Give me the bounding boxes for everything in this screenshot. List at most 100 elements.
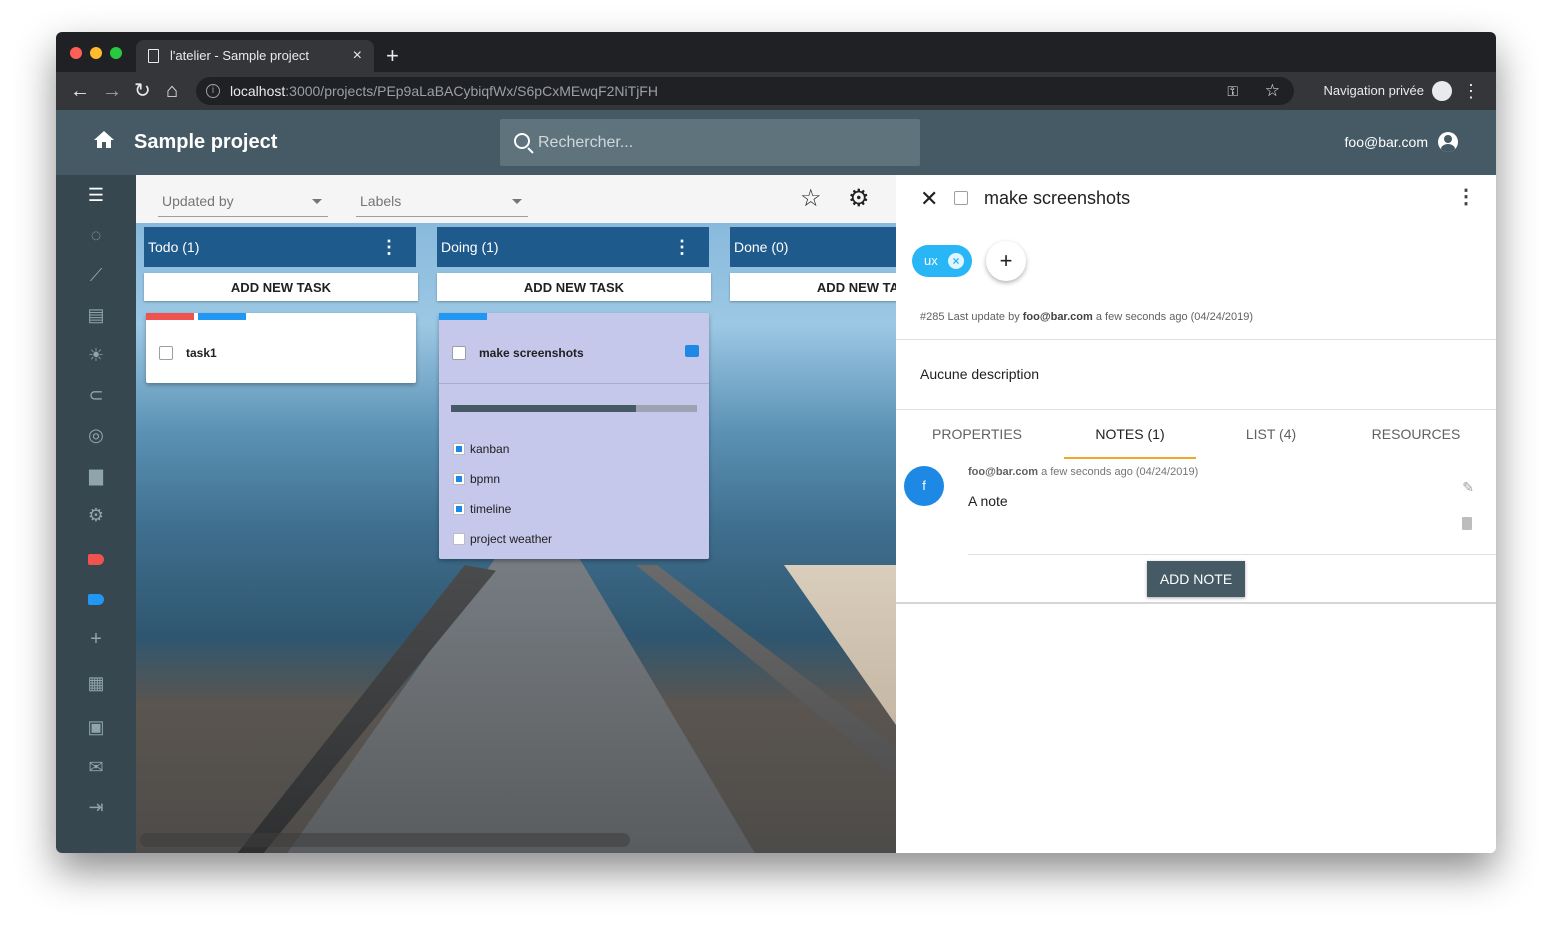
home-nav-icon[interactable]: ⌂ [166,72,178,110]
column-done: Done (0) ADD NEW TASK [730,227,896,301]
checklist-item[interactable]: kanban [453,442,509,456]
checklist-item[interactable]: project weather [453,532,552,546]
attachment-icon[interactable]: ⊂ [86,385,106,405]
incognito-icon[interactable] [1432,81,1452,101]
label-blue-icon[interactable] [86,589,106,609]
new-tab-button[interactable]: + [386,40,399,72]
detail-tabs: PROPERTIES NOTES (1) LIST (4) RESOURCES [896,415,1496,459]
task-card-make-screenshots[interactable]: make screenshots kanban bpmn timeline pr… [439,313,709,559]
label-chip-text: ux [924,253,938,268]
task-checkbox[interactable] [452,346,466,360]
minimize-window-button[interactable] [90,47,102,59]
url-host: localhost [230,83,286,99]
add-task-button[interactable]: ADD NEW TASK [437,273,711,301]
mail-icon[interactable]: ✉ [86,757,106,777]
home-icon[interactable] [92,128,116,152]
meta-prefix: #285 Last update by [920,311,1020,323]
note-divider [968,554,1496,555]
browser-tabstrip: l'atelier - Sample project × + [56,32,1496,72]
add-task-button[interactable]: ADD NEW TASK [730,273,896,301]
search-input[interactable] [538,119,908,166]
updated-by-select[interactable]: Updated by [158,189,328,217]
label-red-icon[interactable] [86,549,106,569]
key-icon[interactable]: ⚿ [1227,77,1238,105]
browser-tab[interactable]: l'atelier - Sample project × [136,40,374,72]
maximize-window-button[interactable] [110,47,122,59]
tab-close-icon[interactable]: × [353,40,362,72]
tab-resources[interactable]: RESOURCES [1350,415,1482,459]
checkbox-checked-icon[interactable] [453,443,465,455]
task-done-checkbox[interactable] [954,191,968,205]
more-vert-icon[interactable]: ⋮ [1456,187,1476,207]
account-icon[interactable] [1438,132,1458,152]
task-checkbox[interactable] [159,346,173,360]
checklist-progress-track [451,405,697,412]
close-icon[interactable]: ✕ [920,187,938,211]
kanban-board: Updated by Labels ☆ ⚙ Todo (1) ⋮ ADD NEW… [136,175,896,853]
calendar-icon[interactable]: ▤ [86,305,106,325]
trash-icon[interactable]: ▆ [86,465,106,485]
column-menu-icon[interactable]: ⋮ [673,227,691,267]
address-bar[interactable]: i localhost:3000/projects/PEp9aLaBACybiq… [196,77,1294,105]
settings-icon[interactable]: ⚙ [86,505,106,525]
checklist-item-label: project weather [470,532,553,546]
card-title: make screenshots [479,346,584,360]
comment-icon [685,345,699,357]
labels-select[interactable]: Labels [356,189,528,217]
checklist-progress-fill [451,405,636,412]
avatar: f [904,466,944,506]
checklist-item[interactable]: timeline [453,502,511,516]
horizontal-scrollbar[interactable] [140,833,630,847]
edit-icon[interactable]: ✎ [1462,479,1474,496]
trending-icon[interactable]: ⟋ [86,265,106,285]
brightness-icon[interactable]: ☀ [86,345,106,365]
checklist-item-label: bpmn [470,472,501,486]
label-chip[interactable]: ux × [912,245,972,277]
tab-notes[interactable]: NOTES (1) [1064,415,1196,459]
add-label-button[interactable]: + [986,241,1026,281]
delete-icon[interactable] [1462,517,1472,530]
url-path: :3000/projects/PEp9aLaBACybiqfWx/S6pCxME… [285,83,658,99]
chip-remove-icon[interactable]: × [948,253,964,269]
filter-bar: Updated by Labels ☆ ⚙ [136,175,896,223]
checklist-item[interactable]: bpmn [453,472,500,486]
dashboard-icon[interactable]: ▦ [86,673,106,693]
page-icon [148,49,159,63]
column-todo: Todo (1) ⋮ ADD NEW TASK [144,227,418,301]
task-card-task1[interactable]: task1 [146,313,416,383]
app-header: Sample project foo@bar.com [56,110,1496,175]
tab-list[interactable]: LIST (4) [1205,415,1337,459]
task-description[interactable]: Aucune description [920,366,1039,382]
gear-icon[interactable]: ⚙ [848,187,870,211]
close-window-button[interactable] [70,47,82,59]
column-menu-icon[interactable]: ⋮ [380,227,398,267]
divider [896,339,1496,340]
add-icon[interactable]: + [86,628,106,650]
checkbox-checked-icon[interactable] [453,473,465,485]
target-icon[interactable]: ◎ [86,425,106,445]
task-title[interactable]: make screenshots [984,188,1130,209]
browser-menu-icon[interactable]: ⋮ [1462,72,1480,110]
checkbox-checked-icon[interactable] [453,503,465,515]
search-box[interactable] [500,119,920,166]
labels-label: Labels [360,193,402,209]
images-icon[interactable]: ▣ [86,717,106,737]
forward-icon[interactable]: → [102,72,122,110]
column-doing: Doing (1) ⋮ ADD NEW TASK [437,227,711,301]
tab-properties[interactable]: PROPERTIES [911,415,1043,459]
divider [896,409,1496,410]
add-note-button[interactable]: ADD NOTE [1147,561,1245,597]
exit-icon[interactable]: ⇥ [86,797,106,817]
reload-icon[interactable]: ↻ [134,72,151,110]
info-icon[interactable]: i [206,84,220,98]
checkbox-unchecked-icon[interactable] [453,533,465,545]
bookmark-star-icon[interactable]: ☆ [1265,77,1280,105]
add-task-button[interactable]: ADD NEW TASK [144,273,418,301]
user-email[interactable]: foo@bar.com [1345,110,1428,175]
list-icon[interactable]: ☰ [86,185,106,205]
circle-icon[interactable]: ◌ [86,225,106,245]
star-icon[interactable]: ☆ [800,187,822,211]
card-label-blue [198,313,246,320]
back-icon[interactable]: ← [70,72,90,110]
checklist-item-label: timeline [470,502,512,516]
